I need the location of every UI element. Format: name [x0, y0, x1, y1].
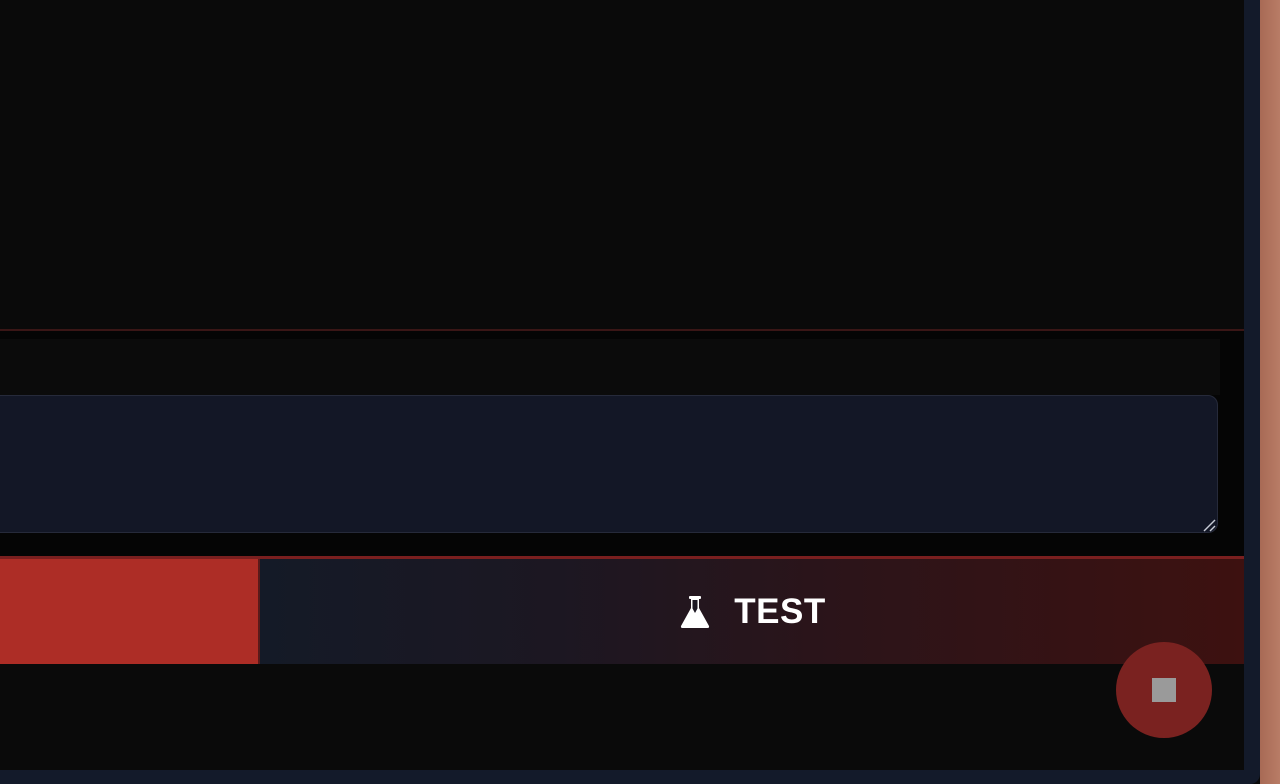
- app-window: TEST: [0, 0, 1260, 784]
- flask-icon: [681, 595, 710, 628]
- desktop-background-edge: [1260, 0, 1280, 784]
- stop-icon: [1152, 678, 1176, 702]
- output-panel: [0, 0, 1244, 331]
- window-content: TEST: [0, 0, 1244, 770]
- input-area: [0, 331, 1244, 556]
- bottom-area: [0, 664, 1244, 770]
- input-toolbar: [0, 339, 1220, 395]
- resize-handle-icon[interactable]: [1202, 518, 1216, 532]
- test-button-label: TEST: [734, 591, 826, 631]
- run-button[interactable]: [0, 559, 260, 664]
- test-button[interactable]: TEST: [260, 559, 1244, 664]
- stop-button[interactable]: [1116, 642, 1212, 738]
- app-viewport: TEST: [0, 0, 1280, 784]
- code-input-textarea[interactable]: [0, 395, 1218, 533]
- action-bar: TEST: [0, 556, 1244, 664]
